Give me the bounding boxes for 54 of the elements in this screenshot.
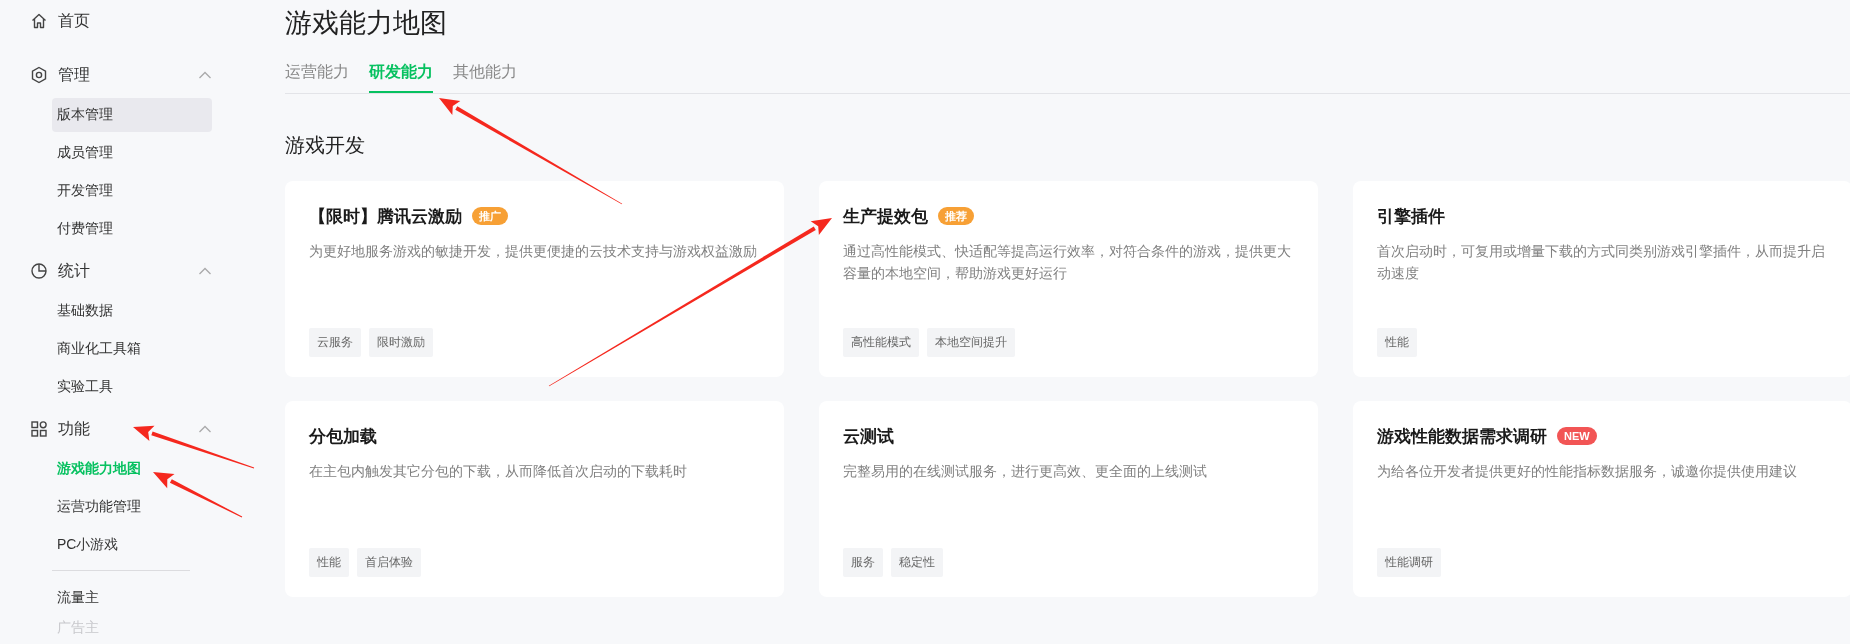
card-tag: 性能: [1377, 328, 1417, 357]
chevron-up-icon[interactable]: [198, 70, 212, 80]
card-description: 为更好地服务游戏的敏捷开发，提供更便捷的云技术支持与游戏权益激励: [309, 242, 758, 261]
card-title: 引擎插件: [1377, 205, 1445, 228]
card-description: 首次启动时，可复用或增量下载的方式同类别游戏引擎插件，从而提升启动速度: [1377, 242, 1826, 283]
feature-card[interactable]: 分包加载 在主包内触发其它分包的下载，从而降低首次启动的下载耗时 性能 首启体验: [285, 401, 784, 597]
feature-card[interactable]: 【限时】腾讯云激励 推广 为更好地服务游戏的敏捷开发，提供更便捷的云技术支持与游戏权益激励 云服务 限时激励: [285, 181, 784, 377]
sidebar-subitem[interactable]: 基础数据: [52, 294, 212, 328]
sidebar-subitem[interactable]: 商业化工具箱: [52, 332, 212, 366]
sidebar-subitem[interactable]: 版本管理: [52, 98, 212, 132]
sidebar-subitem[interactable]: 成员管理: [52, 136, 212, 170]
chevron-up-icon[interactable]: [198, 266, 212, 276]
card-tag: 本地空间提升: [927, 328, 1015, 357]
page-title: 游戏能力地图: [285, 7, 447, 40]
card-tag: 云服务: [309, 328, 361, 357]
grid-icon: [30, 420, 48, 438]
card-title: 云测试: [843, 425, 894, 448]
card-badge: 推荐: [938, 207, 974, 225]
card-tag: 稳定性: [891, 548, 943, 577]
sidebar-item[interactable]: 管理: [0, 58, 240, 92]
card-description: 为给各位开发者提供更好的性能指标数据服务，诚邀你提供使用建议: [1377, 462, 1798, 481]
card-tag: 高性能模式: [843, 328, 919, 357]
sidebar-item[interactable]: 功能: [0, 412, 240, 446]
card-title: 游戏性能数据需求调研: [1377, 425, 1547, 448]
sidebar-item[interactable]: 流量主: [52, 583, 240, 613]
sidebar-subitem[interactable]: 实验工具: [52, 370, 212, 404]
card-description: 完整易用的在线测试服务，进行更高效、更全面的上线测试: [843, 462, 1208, 481]
sidebar-subitem[interactable]: 运营功能管理: [52, 490, 212, 524]
card-title: 生产提效包: [843, 205, 928, 228]
home-icon: [30, 12, 48, 30]
pie-chart-icon: [30, 262, 48, 280]
card-tag: 首启体验: [357, 548, 421, 577]
card-badge: NEW: [1557, 427, 1597, 445]
feature-card[interactable]: 引擎插件 首次启动时，可复用或增量下载的方式同类别游戏引擎插件，从而提升启动速度 性能: [1353, 181, 1850, 377]
sidebar-subitem[interactable]: 开发管理: [52, 174, 212, 208]
sidebar-item[interactable]: 统计: [0, 254, 240, 288]
card-tag: 性能: [309, 548, 349, 577]
feature-card[interactable]: 云测试 完整易用的在线测试服务，进行更高效、更全面的上线测试 服务 稳定性: [819, 401, 1318, 597]
hexagon-icon: [30, 66, 48, 84]
card-badge: 推广: [472, 207, 508, 225]
card-title: 分包加载: [309, 425, 377, 448]
chevron-up-icon[interactable]: [198, 424, 212, 434]
sidebar-subitem[interactable]: PC小游戏: [52, 528, 212, 562]
sidebar-item[interactable]: 首页: [0, 4, 240, 38]
feature-card[interactable]: 游戏性能数据需求调研 NEW 为给各位开发者提供更好的性能指标数据服务，诚邀你提供使用建议 性能调研: [1353, 401, 1850, 597]
card-tag: 服务: [843, 548, 883, 577]
sidebar-subitem[interactable]: 付费管理: [52, 212, 212, 246]
card-tag: 性能调研: [1377, 548, 1441, 577]
card-description: 通过高性能模式、快适配等提高运行效率，对符合条件的游戏，提供更大容量的本地空间，帮助游戏更好运行: [843, 242, 1292, 283]
feature-card[interactable]: 生产提效包 推荐 通过高性能模式、快适配等提高运行效率，对符合条件的游戏，提供更大容量的本地空间，帮助游戏更好运行 高性能模式 本地空间提升: [819, 181, 1318, 377]
section-title: 游戏开发: [285, 133, 365, 158]
card-title: 【限时】腾讯云激励: [309, 205, 462, 228]
card-description: 在主包内触发其它分包的下载，从而降低首次启动的下载耗时: [309, 462, 688, 481]
card-tag: 限时激励: [369, 328, 433, 357]
